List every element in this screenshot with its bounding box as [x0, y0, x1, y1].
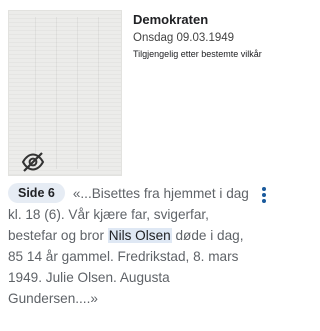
more-vert-icon[interactable]	[256, 186, 272, 206]
newspaper-thumbnail[interactable]	[8, 10, 122, 176]
access-note: Tilgjengelig etter bestemte vilkår	[133, 49, 262, 59]
menu-dot	[262, 193, 266, 197]
menu-dot	[262, 187, 266, 191]
menu-dot	[262, 199, 266, 203]
thumbnail-columns	[15, 17, 115, 169]
result-meta: Demokraten Onsdag 09.03.1949 Tilgjengeli…	[133, 12, 271, 60]
newspaper-title[interactable]: Demokraten	[133, 12, 271, 28]
publication-date: Onsdag 09.03.1949	[133, 32, 235, 44]
result-snippet: Side 6 «...Bisettes fra hjemmet i dag kl.…	[8, 183, 253, 309]
snippet-highlight: Nils Olsen	[107, 228, 172, 243]
eye-off-icon	[21, 152, 45, 172]
search-result-card[interactable]: Demokraten Onsdag 09.03.1949 Tilgjengeli…	[0, 0, 273, 331]
page-badge: Side 6	[8, 183, 65, 203]
